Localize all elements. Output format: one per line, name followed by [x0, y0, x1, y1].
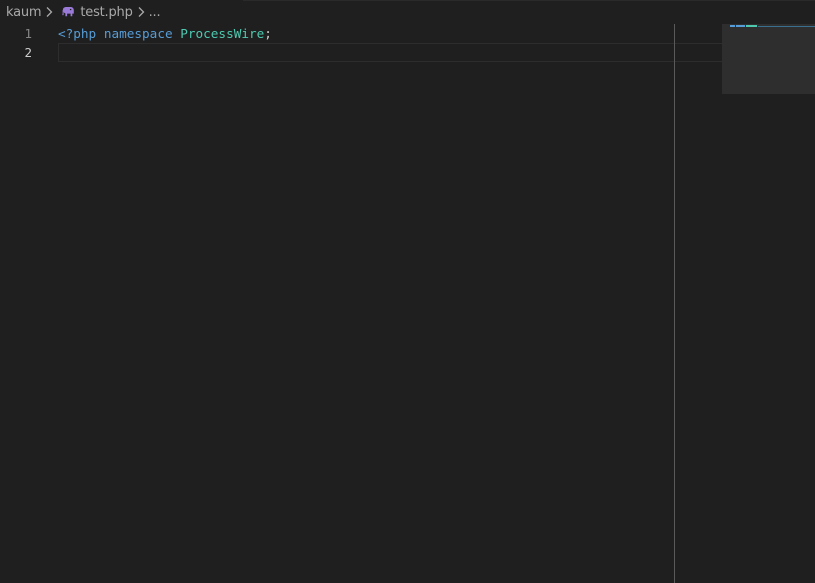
line-number: 2 [24, 45, 32, 60]
breadcrumb: kaum test.php ... [0, 0, 815, 24]
php-elephant-icon [61, 5, 75, 19]
semicolon: ; [264, 26, 272, 41]
breadcrumb-label: ... [148, 4, 161, 20]
breadcrumb-symbols-ellipsis[interactable]: ... [149, 0, 161, 24]
keyword-namespace: namespace [103, 26, 173, 41]
code-content[interactable]: <?php namespace ProcessWire; [58, 24, 723, 62]
breadcrumb-label: test.php [80, 4, 133, 20]
code-line[interactable]: <?php namespace ProcessWire; [58, 24, 723, 43]
line-number-gutter: 1 2 [0, 24, 44, 62]
breadcrumb-file-test-php[interactable]: test.php [57, 0, 133, 24]
minimap-code-line [730, 25, 815, 27]
minimap-slider[interactable] [722, 24, 815, 94]
code-line[interactable] [58, 43, 723, 62]
breadcrumb-folder-kaum[interactable]: kaum [0, 0, 42, 24]
editor-ruler [674, 24, 675, 583]
code-editor[interactable]: 1 2 <?php namespace ProcessWire; [0, 24, 815, 583]
chevron-right-icon [42, 0, 56, 24]
line-number: 1 [24, 26, 32, 41]
chevron-right-icon [134, 0, 148, 24]
breadcrumb-label: kaum [6, 4, 42, 20]
namespace-name: ProcessWire [180, 26, 265, 41]
php-open-tag: <?php [58, 26, 97, 41]
